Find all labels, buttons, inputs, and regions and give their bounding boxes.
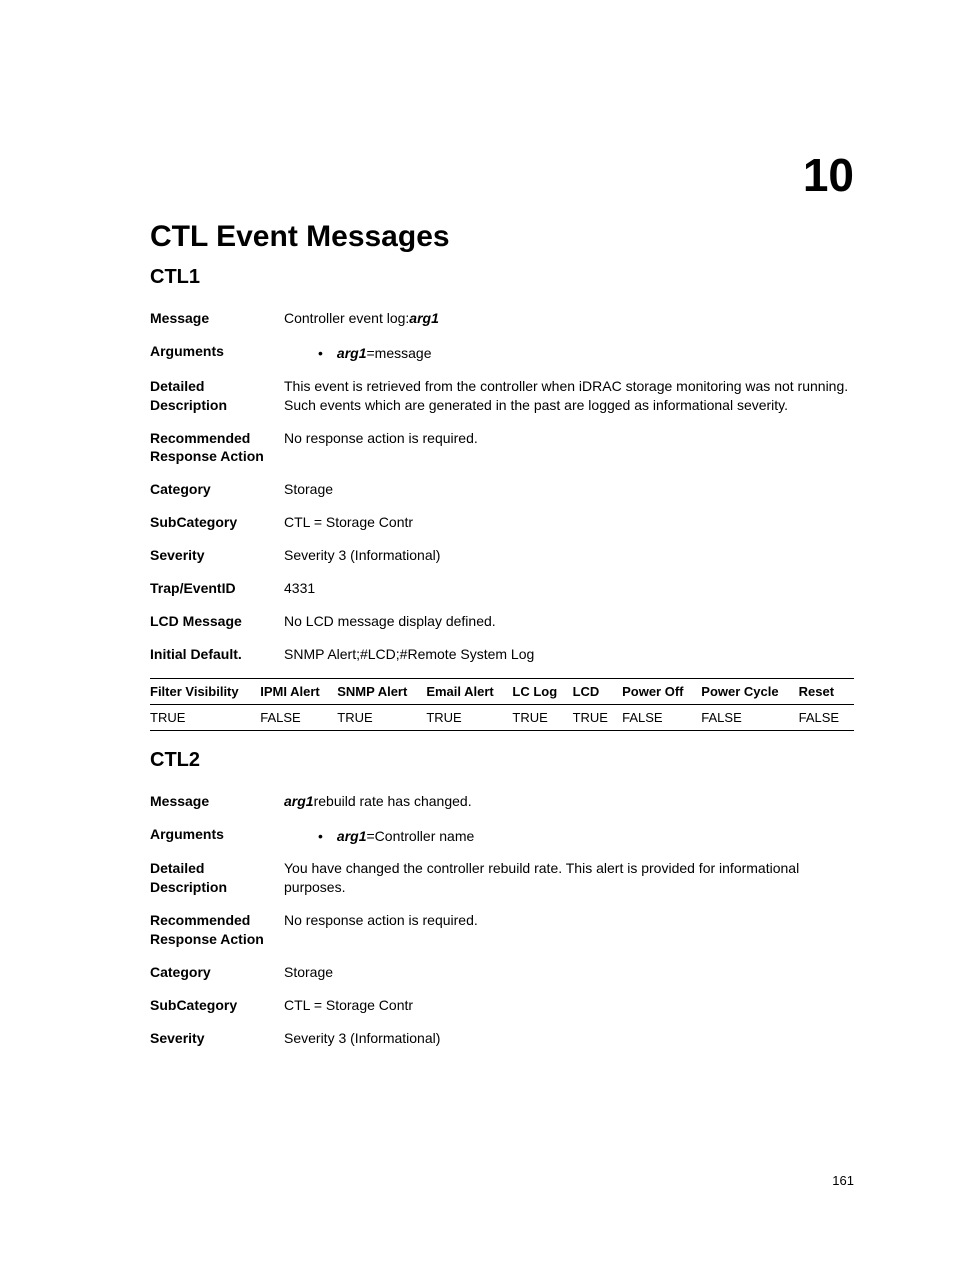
value-recommended-response: No response action is required. <box>284 429 854 448</box>
value-message: arg1rebuild rate has changed. <box>284 792 854 811</box>
arg-name: arg1 <box>337 827 367 846</box>
page: 10 CTL Event Messages CTL1 Message Contr… <box>0 0 954 1268</box>
table-header-row: Filter Visibility IPMI Alert SNMP Alert … <box>150 678 854 704</box>
arg-name: arg1 <box>337 344 367 363</box>
row-message: Message Controller event log:arg1 <box>150 309 854 328</box>
label-category: Category <box>150 963 284 982</box>
td: FALSE <box>622 704 701 730</box>
td: TRUE <box>573 704 623 730</box>
row-initial-default: Initial Default. SNMP Alert;#LCD;#Remote… <box>150 645 854 664</box>
value-severity: Severity 3 (Informational) <box>284 546 854 565</box>
label-arguments: Arguments <box>150 825 284 844</box>
row-arguments: Arguments arg1 = message <box>150 342 854 363</box>
chapter-number: 10 <box>803 148 854 202</box>
value-arguments: arg1 = Controller name <box>284 825 854 846</box>
th-lc-log: LC Log <box>512 678 572 704</box>
arg-eq: = <box>366 827 374 846</box>
row-trap-event-id: Trap/EventID 4331 <box>150 579 854 598</box>
value-category: Storage <box>284 963 854 982</box>
row-category: Category Storage <box>150 963 854 982</box>
label-recommended-response: Recommended Response Action <box>150 429 284 467</box>
row-arguments: Arguments arg1 = Controller name <box>150 825 854 846</box>
arg-desc: Controller name <box>375 827 475 846</box>
value-initial-default: SNMP Alert;#LCD;#Remote System Log <box>284 645 854 664</box>
section-title-ctl2: CTL2 <box>150 749 854 772</box>
td: TRUE <box>512 704 572 730</box>
label-message: Message <box>150 309 284 328</box>
value-arguments: arg1 = message <box>284 342 854 363</box>
value-detailed-description: This event is retrieved from the control… <box>284 377 854 415</box>
label-message: Message <box>150 792 284 811</box>
value-trap-event-id: 4331 <box>284 579 854 598</box>
label-trap-event-id: Trap/EventID <box>150 579 284 598</box>
th-email-alert: Email Alert <box>426 678 512 704</box>
value-message: Controller event log:arg1 <box>284 309 854 328</box>
th-reset: Reset <box>799 678 854 704</box>
td: TRUE <box>150 704 260 730</box>
row-detailed-description: Detailed Description You have changed th… <box>150 859 854 897</box>
value-category: Storage <box>284 480 854 499</box>
row-category: Category Storage <box>150 480 854 499</box>
arg-eq: = <box>366 344 374 363</box>
value-lcd-message: No LCD message display defined. <box>284 612 854 631</box>
row-lcd-message: LCD Message No LCD message display defin… <box>150 612 854 631</box>
value-severity: Severity 3 (Informational) <box>284 1029 854 1048</box>
td: TRUE <box>426 704 512 730</box>
arg-desc: message <box>375 344 432 363</box>
th-power-off: Power Off <box>622 678 701 704</box>
th-lcd: LCD <box>573 678 623 704</box>
chapter-title: CTL Event Messages <box>150 220 854 254</box>
th-ipmi-alert: IPMI Alert <box>260 678 337 704</box>
label-subcategory: SubCategory <box>150 996 284 1015</box>
message-suffix: rebuild rate has changed. <box>314 793 472 809</box>
label-lcd-message: LCD Message <box>150 612 284 631</box>
row-recommended-response: Recommended Response Action No response … <box>150 911 854 949</box>
value-recommended-response: No response action is required. <box>284 911 854 930</box>
message-prefix: Controller event log: <box>284 310 409 326</box>
td: TRUE <box>337 704 426 730</box>
row-detailed-description: Detailed Description This event is retri… <box>150 377 854 415</box>
label-detailed-description: Detailed Description <box>150 377 284 415</box>
label-category: Category <box>150 480 284 499</box>
filter-visibility-table: Filter Visibility IPMI Alert SNMP Alert … <box>150 678 854 731</box>
row-message: Message arg1rebuild rate has changed. <box>150 792 854 811</box>
label-severity: Severity <box>150 1029 284 1048</box>
message-arg: arg1 <box>284 793 314 809</box>
value-subcategory: CTL = Storage Contr <box>284 996 854 1015</box>
label-severity: Severity <box>150 546 284 565</box>
argument-item: arg1 = Controller name <box>284 827 854 846</box>
th-power-cycle: Power Cycle <box>701 678 798 704</box>
value-detailed-description: You have changed the controller rebuild … <box>284 859 854 897</box>
label-arguments: Arguments <box>150 342 284 361</box>
th-snmp-alert: SNMP Alert <box>337 678 426 704</box>
label-recommended-response: Recommended Response Action <box>150 911 284 949</box>
row-subcategory: SubCategory CTL = Storage Contr <box>150 996 854 1015</box>
page-number: 161 <box>832 1173 854 1188</box>
label-initial-default: Initial Default. <box>150 645 284 664</box>
row-subcategory: SubCategory CTL = Storage Contr <box>150 513 854 532</box>
value-subcategory: CTL = Storage Contr <box>284 513 854 532</box>
td: FALSE <box>701 704 798 730</box>
row-severity: Severity Severity 3 (Informational) <box>150 546 854 565</box>
argument-item: arg1 = message <box>284 344 854 363</box>
label-subcategory: SubCategory <box>150 513 284 532</box>
label-detailed-description: Detailed Description <box>150 859 284 897</box>
section-title-ctl1: CTL1 <box>150 266 854 289</box>
th-filter-visibility: Filter Visibility <box>150 678 260 704</box>
row-recommended-response: Recommended Response Action No response … <box>150 429 854 467</box>
td: FALSE <box>799 704 854 730</box>
td: FALSE <box>260 704 337 730</box>
message-arg: arg1 <box>409 310 439 326</box>
table-row: TRUE FALSE TRUE TRUE TRUE TRUE FALSE FAL… <box>150 704 854 730</box>
row-severity: Severity Severity 3 (Informational) <box>150 1029 854 1048</box>
